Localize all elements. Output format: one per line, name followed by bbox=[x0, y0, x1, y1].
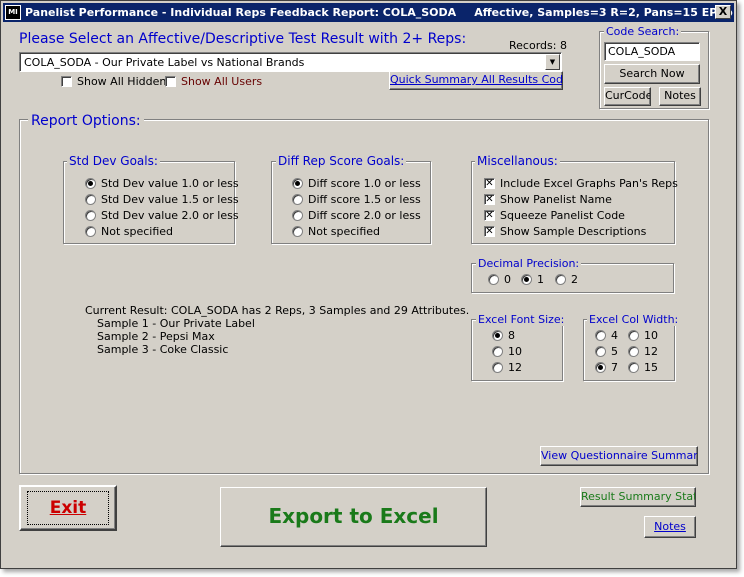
radio-dot bbox=[85, 210, 96, 221]
view-questionnaire-button[interactable]: View Questionnaire Summary bbox=[540, 446, 698, 466]
radio-dot bbox=[85, 194, 96, 205]
checkbox-box: ✕ bbox=[484, 226, 495, 237]
radio-dot bbox=[628, 330, 639, 341]
std-dev-radio-1[interactable]: Std Dev value 1.0 or less bbox=[85, 177, 239, 190]
checkbox-box: ✕ bbox=[484, 194, 495, 205]
radio-dot bbox=[555, 274, 566, 285]
misc-include-graphs-checkbox[interactable]: ✕ Include Excel Graphs Pan's Reps bbox=[484, 177, 678, 190]
exit-button[interactable]: Exit bbox=[19, 485, 117, 531]
radio-dot bbox=[595, 346, 606, 357]
sample-line-3: Sample 3 - Coke Classic bbox=[97, 343, 229, 356]
radio-dot bbox=[492, 330, 503, 341]
cur-code-button[interactable]: CurCode bbox=[604, 87, 651, 106]
checkbox-box bbox=[165, 76, 176, 87]
col-width-radio-10[interactable]: 10 bbox=[628, 329, 658, 342]
radio-dot bbox=[595, 330, 606, 341]
misc-title: Miscellanous: bbox=[475, 154, 560, 168]
misc-sample-desc-checkbox[interactable]: ✕ Show Sample Descriptions bbox=[484, 225, 646, 238]
radio-dot bbox=[292, 226, 303, 237]
radio-dot bbox=[492, 362, 503, 373]
code-search-input[interactable]: COLA_SODA bbox=[604, 42, 700, 61]
radio-dot bbox=[628, 362, 639, 373]
radio-dot bbox=[292, 194, 303, 205]
diff-radio-3[interactable]: Diff score 2.0 or less bbox=[292, 209, 421, 222]
quick-summary-button[interactable]: Quick Summary All Results Codes bbox=[389, 71, 563, 90]
diff-radio-4[interactable]: Not specified bbox=[292, 225, 380, 238]
main-window: MI Panelist Performance - Individual Rep… bbox=[0, 0, 737, 569]
checkbox-box: ✕ bbox=[484, 210, 495, 221]
std-dev-radio-4[interactable]: Not specified bbox=[85, 225, 173, 238]
font-size-title: Excel Font Size: bbox=[476, 313, 567, 326]
records-count: Records: 8 bbox=[509, 39, 567, 52]
decimal-radio-2[interactable]: 2 bbox=[555, 273, 578, 286]
font-size-radio-12[interactable]: 12 bbox=[492, 361, 522, 374]
title-bar[interactable]: MI Panelist Performance - Individual Rep… bbox=[3, 3, 734, 22]
checkbox-box: ✕ bbox=[484, 178, 495, 189]
misc-squeeze-code-checkbox[interactable]: ✕ Squeeze Panelist Code bbox=[484, 209, 625, 222]
code-search-title: Code Search: bbox=[604, 25, 682, 38]
std-dev-title: Std Dev Goals: bbox=[67, 154, 160, 168]
font-size-radio-10[interactable]: 10 bbox=[492, 345, 522, 358]
radio-dot bbox=[85, 226, 96, 237]
chevron-down-icon[interactable]: ▼ bbox=[545, 54, 560, 70]
checkbox-box bbox=[61, 76, 72, 87]
current-result-text: Current Result: COLA_SODA has 2 Reps, 3 … bbox=[85, 304, 470, 317]
result-select[interactable]: COLA_SODA - Our Private Label vs Nationa… bbox=[19, 52, 562, 72]
font-size-radio-8[interactable]: 8 bbox=[492, 329, 515, 342]
show-all-hidden-checkbox[interactable]: Show All Hidden bbox=[61, 75, 166, 88]
notes-button[interactable]: Notes bbox=[644, 516, 696, 538]
radio-dot bbox=[595, 362, 606, 373]
col-width-radio-12[interactable]: 12 bbox=[628, 345, 658, 358]
diff-radio-1[interactable]: Diff score 1.0 or less bbox=[292, 177, 421, 190]
decimal-radio-1[interactable]: 1 bbox=[521, 273, 544, 286]
col-width-radio-5[interactable]: 5 bbox=[595, 345, 618, 358]
title-info: Affective, Samples=3 R=2, Pans=15 EPop bbox=[474, 6, 733, 19]
col-width-radio-15[interactable]: 15 bbox=[628, 361, 658, 374]
radio-dot bbox=[85, 178, 96, 189]
std-dev-radio-2[interactable]: Std Dev value 1.5 or less bbox=[85, 193, 239, 206]
sample-line-1: Sample 1 - Our Private Label bbox=[97, 317, 255, 330]
sample-line-2: Sample 2 - Pepsi Max bbox=[97, 330, 215, 343]
radio-dot bbox=[628, 346, 639, 357]
radio-dot bbox=[488, 274, 499, 285]
radio-dot bbox=[292, 178, 303, 189]
col-width-radio-7[interactable]: 7 bbox=[595, 361, 618, 374]
select-heading: Please Select an Affective/Descriptive T… bbox=[19, 31, 467, 47]
exit-label: Exit bbox=[27, 491, 109, 525]
app-icon: MI bbox=[5, 5, 21, 20]
col-width-radio-4[interactable]: 4 bbox=[595, 329, 618, 342]
radio-dot bbox=[492, 346, 503, 357]
diff-score-title: Diff Rep Score Goals: bbox=[276, 154, 407, 168]
show-all-users-checkbox[interactable]: Show All Users bbox=[165, 75, 262, 88]
radio-dot bbox=[292, 210, 303, 221]
code-notes-button[interactable]: Notes bbox=[659, 87, 701, 106]
std-dev-radio-3[interactable]: Std Dev value 2.0 or less bbox=[85, 209, 239, 222]
decimal-radio-0[interactable]: 0 bbox=[488, 273, 511, 286]
report-options-heading: Report Options: bbox=[28, 113, 144, 129]
col-width-title: Excel Col Width: bbox=[587, 313, 681, 326]
decimal-title: Decimal Precision: bbox=[476, 257, 582, 270]
misc-show-name-checkbox[interactable]: ✕ Show Panelist Name bbox=[484, 193, 612, 206]
result-select-value: COLA_SODA - Our Private Label vs Nationa… bbox=[24, 56, 305, 69]
radio-dot bbox=[521, 274, 532, 285]
result-summary-button[interactable]: Result Summary Stats bbox=[580, 487, 696, 507]
close-button[interactable]: X bbox=[715, 5, 731, 19]
search-now-button[interactable]: Search Now bbox=[604, 64, 700, 84]
window-title: Panelist Performance - Individual Reps F… bbox=[25, 6, 733, 19]
diff-radio-2[interactable]: Diff score 1.5 or less bbox=[292, 193, 421, 206]
export-to-excel-button[interactable]: Export to Excel bbox=[220, 487, 487, 547]
